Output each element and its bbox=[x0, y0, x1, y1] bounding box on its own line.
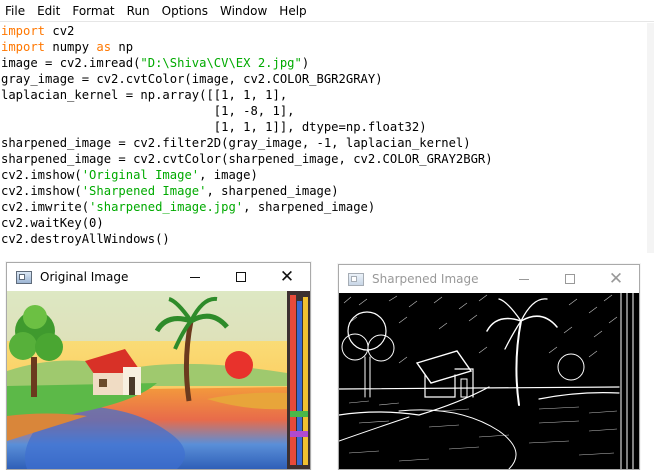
minimize-button[interactable] bbox=[172, 263, 218, 291]
code-text: cv2.waitKey(0) bbox=[1, 216, 104, 230]
original-painting-image bbox=[7, 291, 310, 469]
app-icon bbox=[348, 272, 364, 286]
window-title: Sharpened Image bbox=[372, 272, 479, 286]
menu-format[interactable]: Format bbox=[67, 0, 121, 22]
code-line: sharpened_image = cv2.filter2D(gray_imag… bbox=[0, 135, 654, 151]
code-line: [1, -8, 1], bbox=[0, 103, 654, 119]
code-string: 'sharpened_image.jpg' bbox=[89, 200, 244, 214]
code-text: , image) bbox=[199, 168, 258, 182]
code-text: cv2.imshow( bbox=[1, 184, 82, 198]
code-line: laplacian_kernel = np.array([[1, 1, 1], bbox=[0, 87, 654, 103]
code-keyword: import bbox=[1, 24, 46, 38]
code-text: , sharpened_image) bbox=[206, 184, 339, 198]
close-icon: ✕ bbox=[279, 266, 295, 287]
menu-edit[interactable]: Edit bbox=[32, 0, 67, 22]
code-line: cv2.imshow('Sharpened Image', sharpened_… bbox=[0, 183, 654, 199]
original-image-canvas bbox=[7, 291, 310, 469]
code-text: cv2 bbox=[45, 24, 75, 38]
code-editor[interactable]: import cv2 import numpy as np image = cv2.… bbox=[0, 23, 654, 253]
menu-run[interactable]: Run bbox=[122, 0, 157, 22]
code-text: cv2.destroyAllWindows() bbox=[1, 232, 170, 246]
sharpened-image-canvas bbox=[339, 293, 639, 469]
code-text: gray_image = cv2.cvtColor(image, cv2.COL… bbox=[1, 72, 383, 86]
code-keyword: import bbox=[1, 40, 46, 54]
menu-bar: File Edit Format Run Options Window Help bbox=[0, 0, 654, 22]
close-button[interactable]: ✕ bbox=[593, 265, 639, 293]
code-line: gray_image = cv2.cvtColor(image, cv2.COL… bbox=[0, 71, 654, 87]
original-image-window[interactable]: Original Image ✕ bbox=[6, 262, 311, 470]
menu-help[interactable]: Help bbox=[274, 0, 313, 22]
code-text: [1, 1, 1]], dtype=np.float32) bbox=[1, 120, 427, 134]
menu-options[interactable]: Options bbox=[157, 0, 215, 22]
code-text: np bbox=[111, 40, 134, 54]
sharpened-edge-image bbox=[339, 293, 639, 469]
code-text: image = cv2.imread( bbox=[1, 56, 141, 70]
app-icon bbox=[16, 270, 32, 284]
sharpened-image-window[interactable]: Sharpened Image ✕ bbox=[338, 264, 640, 470]
minimize-button[interactable] bbox=[501, 265, 547, 293]
close-icon: ✕ bbox=[608, 268, 624, 289]
sharpened-image-titlebar[interactable]: Sharpened Image ✕ bbox=[339, 265, 639, 293]
menu-file[interactable]: File bbox=[0, 0, 32, 22]
code-text: [1, -8, 1], bbox=[1, 104, 295, 118]
menu-window[interactable]: Window bbox=[215, 0, 274, 22]
editor-scrollbar[interactable] bbox=[647, 23, 654, 253]
code-line: cv2.waitKey(0) bbox=[0, 215, 654, 231]
code-text: laplacian_kernel = np.array([[1, 1, 1], bbox=[1, 88, 288, 102]
code-line: cv2.destroyAllWindows() bbox=[0, 231, 654, 247]
code-text: numpy bbox=[45, 40, 97, 54]
code-keyword: as bbox=[96, 40, 112, 54]
code-text: sharpened_image = cv2.cvtColor(sharpened… bbox=[1, 152, 493, 166]
code-text: sharpened_image = cv2.filter2D(gray_imag… bbox=[1, 136, 471, 150]
code-string: 'Sharpened Image' bbox=[81, 184, 207, 198]
maximize-icon bbox=[236, 272, 246, 282]
code-text: cv2.imshow( bbox=[1, 168, 82, 182]
minimize-icon bbox=[190, 276, 200, 278]
code-line: import numpy as np bbox=[0, 39, 654, 55]
maximize-icon bbox=[565, 274, 575, 284]
window-title: Original Image bbox=[40, 270, 129, 284]
code-line: [1, 1, 1]], dtype=np.float32) bbox=[0, 119, 654, 135]
code-string: "D:\Shiva\CV\EX 2.jpg" bbox=[140, 56, 302, 70]
code-line: cv2.imshow('Original Image', image) bbox=[0, 167, 654, 183]
close-button[interactable]: ✕ bbox=[264, 263, 310, 291]
code-line: cv2.imwrite('sharpened_image.jpg', sharp… bbox=[0, 199, 654, 215]
code-text: , sharpened_image) bbox=[243, 200, 376, 214]
maximize-button[interactable] bbox=[547, 265, 593, 293]
maximize-button[interactable] bbox=[218, 263, 264, 291]
minimize-icon bbox=[519, 278, 529, 280]
code-string: 'Original Image' bbox=[81, 168, 200, 182]
code-line: sharpened_image = cv2.cvtColor(sharpened… bbox=[0, 151, 654, 167]
original-image-titlebar[interactable]: Original Image ✕ bbox=[7, 263, 310, 291]
code-text: ) bbox=[301, 56, 310, 70]
code-line: image = cv2.imread("D:\Shiva\CV\EX 2.jpg… bbox=[0, 55, 654, 71]
code-text: cv2.imwrite( bbox=[1, 200, 90, 214]
code-line: import cv2 bbox=[0, 23, 654, 39]
